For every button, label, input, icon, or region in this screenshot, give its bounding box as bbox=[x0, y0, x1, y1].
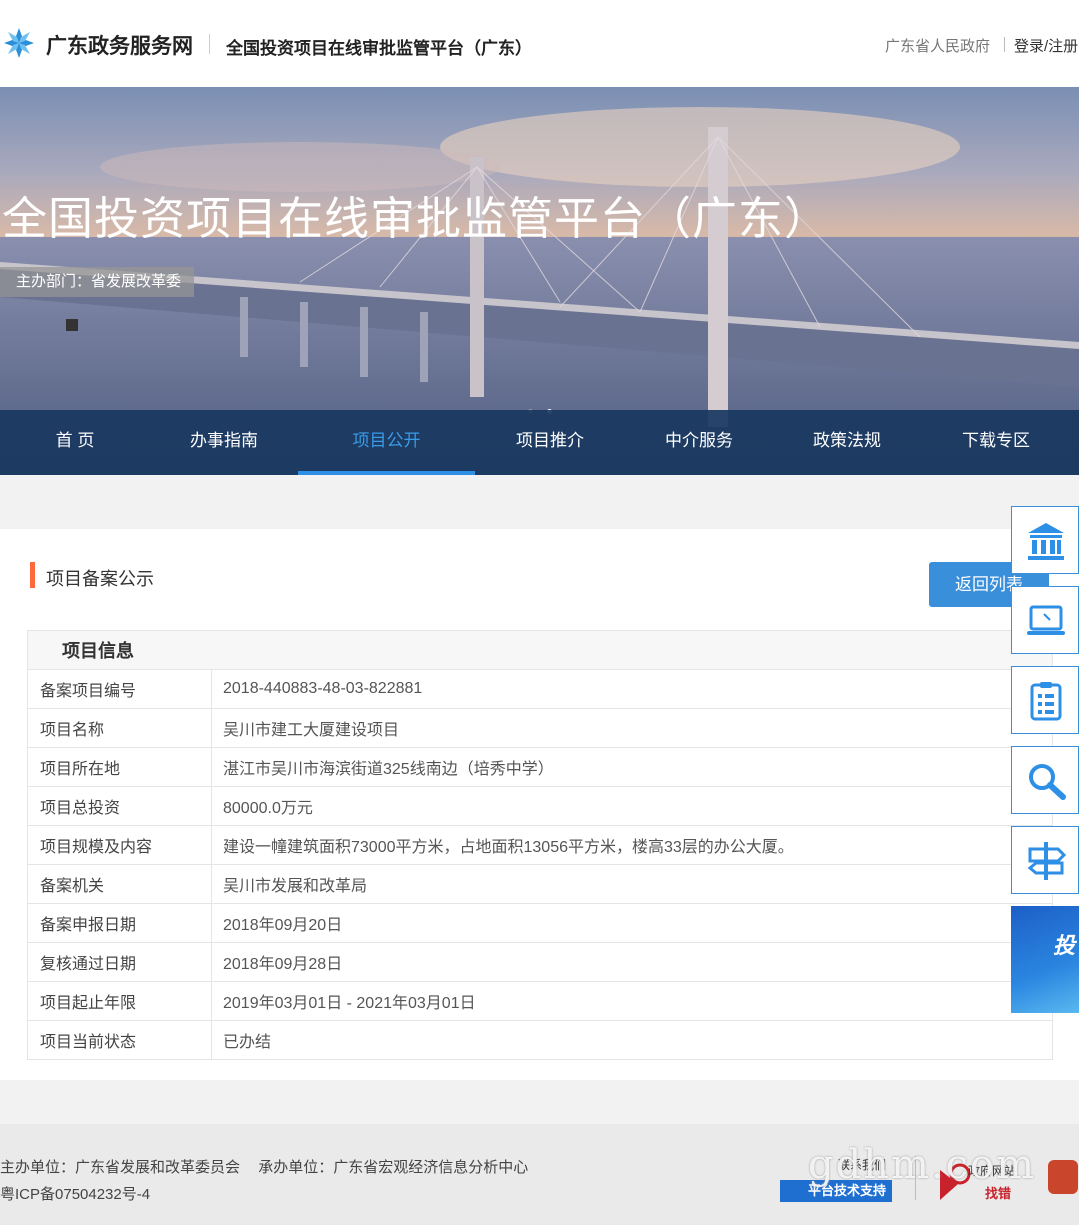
row-key: 项目规模及内容 bbox=[27, 825, 212, 865]
banner-dept-label: 主办部门：省发展改革委 bbox=[0, 267, 194, 297]
row-value: 已办结 bbox=[211, 1020, 1053, 1060]
row-key: 项目所在地 bbox=[27, 747, 212, 787]
row-value: 建设一幢建筑面积73000平方米，占地面积13056平方米，楼高33层的办公大厦… bbox=[211, 825, 1053, 865]
side-clipboard-button[interactable] bbox=[1011, 666, 1079, 734]
row-key: 备案机关 bbox=[27, 864, 212, 904]
row-value: 80000.0万元 bbox=[211, 786, 1053, 826]
footer-icp[interactable]: 粤ICP备07504232号-4 bbox=[0, 1183, 150, 1204]
project-info-table: 项目信息 备案项目编号 2018-440883-48-03-822881 项目名称… bbox=[27, 630, 1053, 1060]
row-value: 吴川市建工大厦建设项目 bbox=[211, 708, 1053, 748]
side-computer-button[interactable] bbox=[1011, 586, 1079, 654]
side-ad-text: 投 bbox=[1053, 933, 1076, 958]
table-row: 项目总投资 80000.0万元 bbox=[27, 786, 1053, 826]
nav-project-promo[interactable]: 项目推介 bbox=[475, 410, 625, 475]
side-building-button[interactable] bbox=[1011, 506, 1079, 574]
footer: 主办单位：广东省发展和改革委员会 承办单位：广东省宏观经济信息分析中心 粤ICP… bbox=[0, 1124, 1079, 1225]
signpost-icon bbox=[1027, 842, 1067, 880]
nav-project-public[interactable]: 项目公开 bbox=[298, 410, 475, 475]
row-key: 项目名称 bbox=[27, 708, 212, 748]
table-row: 项目起止年限 2019年03月01日 - 2021年03月01日 bbox=[27, 981, 1053, 1021]
watermark: gdhm.com bbox=[808, 1142, 1037, 1188]
row-value: 2018年09月28日 bbox=[211, 942, 1053, 982]
gd-logo-icon[interactable] bbox=[2, 26, 36, 60]
party-gov-badge-icon[interactable] bbox=[1048, 1160, 1078, 1194]
clipboard-icon bbox=[1030, 682, 1062, 721]
login-register-link[interactable]: 登录/注册 bbox=[1014, 35, 1078, 56]
side-ad-banner[interactable]: 投 bbox=[1011, 906, 1079, 1013]
government-building-icon bbox=[1028, 523, 1064, 560]
main-nav: 首 页 办事指南 项目公开 项目推介 中介服务 政策法规 下载专区 bbox=[0, 410, 1079, 475]
row-key: 项目总投资 bbox=[27, 786, 212, 826]
nav-agency-service[interactable]: 中介服务 bbox=[625, 410, 773, 475]
table-row: 项目当前状态 已办结 bbox=[27, 1020, 1053, 1060]
nav-download[interactable]: 下载专区 bbox=[921, 410, 1071, 475]
table-row: 备案申报日期 2018年09月20日 bbox=[27, 903, 1053, 943]
footer-host: 主办单位：广东省发展和改革委员会 bbox=[0, 1159, 241, 1176]
row-value: 湛江市吴川市海滨街道325线南边（培秀中学） bbox=[211, 747, 1053, 787]
nav-guide[interactable]: 办事指南 bbox=[150, 410, 298, 475]
banner-title: 全国投资项目在线审批监管平台（广东） bbox=[2, 193, 831, 244]
table-row: 项目规模及内容 建设一幢建筑面积73000平方米，占地面积13056平方米，楼高3… bbox=[27, 825, 1053, 865]
section-title: 项目备案公示 bbox=[46, 569, 154, 589]
top-header: 广东政务服务网 全国投资项目在线审批监管平台（广东） 广东省人民政府 登录/注册 bbox=[0, 0, 1079, 87]
row-key: 复核通过日期 bbox=[27, 942, 212, 982]
header-divider-2 bbox=[1004, 37, 1005, 52]
table-row: 复核通过日期 2018年09月28日 bbox=[27, 942, 1053, 982]
row-key: 项目起止年限 bbox=[27, 981, 212, 1021]
header-divider bbox=[209, 34, 210, 54]
project-detail-card: 项目备案公示 返回列表 项目信息 备案项目编号 2018-440883-48-03… bbox=[0, 529, 1079, 1080]
gov-link[interactable]: 广东省人民政府 bbox=[885, 35, 990, 56]
section-marker bbox=[30, 562, 35, 588]
row-value: 2018-440883-48-03-822881 bbox=[211, 669, 1053, 709]
table-row: 项目名称 吴川市建工大厦建设项目 bbox=[27, 708, 1053, 748]
footer-organizer: 承办单位：广东省宏观经济信息分析中心 bbox=[258, 1159, 529, 1176]
platform-name[interactable]: 全国投资项目在线审批监管平台（广东） bbox=[226, 34, 532, 59]
table-row: 项目所在地 湛江市吴川市海滨街道325线南边（培秀中学） bbox=[27, 747, 1053, 787]
table-header-row: 项目信息 bbox=[27, 630, 1053, 670]
nav-policy[interactable]: 政策法规 bbox=[773, 410, 921, 475]
side-search-button[interactable] bbox=[1011, 746, 1079, 814]
footer-units: 主办单位：广东省发展和改革委员会 承办单位：广东省宏观经济信息分析中心 bbox=[0, 1156, 542, 1177]
row-value: 2018年09月20日 bbox=[211, 903, 1053, 943]
site-name[interactable]: 广东政务服务网 bbox=[46, 30, 193, 60]
computer-icon bbox=[1027, 605, 1065, 635]
nav-home[interactable]: 首 页 bbox=[0, 410, 150, 475]
table-row: 备案项目编号 2018-440883-48-03-822881 bbox=[27, 669, 1053, 709]
row-value: 2019年03月01日 - 2021年03月01日 bbox=[211, 981, 1053, 1021]
side-signpost-button[interactable] bbox=[1011, 826, 1079, 894]
table-row: 备案机关 吴川市发展和改革局 bbox=[27, 864, 1053, 904]
row-value: 吴川市发展和改革局 bbox=[211, 864, 1053, 904]
search-icon bbox=[1029, 764, 1066, 800]
row-key: 备案项目编号 bbox=[27, 669, 212, 709]
row-key: 项目当前状态 bbox=[27, 1020, 212, 1060]
table-title: 项目信息 bbox=[27, 630, 1053, 670]
row-key: 备案申报日期 bbox=[27, 903, 212, 943]
hero-banner: 全国投资项目在线审批监管平台（广东） 主办部门：省发展改革委 首 页 办事指南 … bbox=[0, 87, 1079, 475]
